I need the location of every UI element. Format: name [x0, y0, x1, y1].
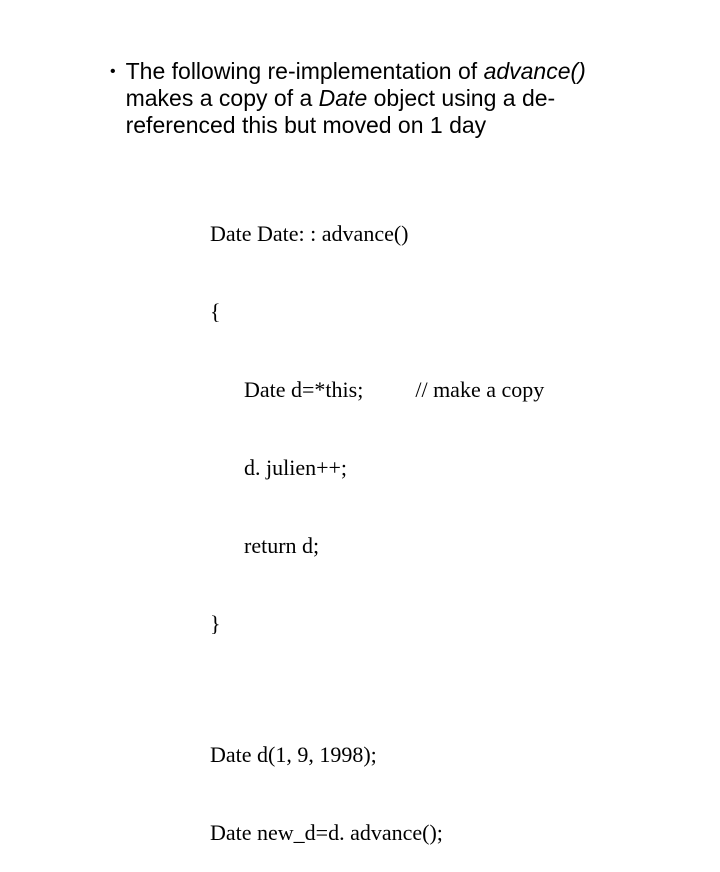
- code-snippet-usage: Date d(1, 9, 1998); Date new_d=d. advanc…: [210, 690, 650, 872]
- code-snippet-definition: Date Date: : advance() { Date d=*this; //…: [210, 169, 650, 662]
- text-part-2: makes a copy of a: [126, 85, 319, 111]
- code-line: Date d=*this; // make a copy: [210, 377, 650, 403]
- text-part-1: The following re-implementation of: [126, 58, 484, 84]
- code-line: Date new_d=d. advance();: [210, 820, 650, 846]
- bullet-text: The following re-implementation of advan…: [126, 58, 650, 139]
- code-stmt: Date d=*this;: [244, 377, 363, 402]
- code-ref-advance: advance(): [484, 58, 586, 84]
- code-line: d. julien++;: [210, 455, 650, 481]
- code-ref-date: Date: [319, 85, 368, 111]
- code-line: {: [210, 299, 650, 325]
- code-line: }: [210, 611, 650, 637]
- code-comment: // make a copy: [415, 377, 544, 403]
- code-line: Date Date: : advance(): [210, 221, 650, 247]
- code-line: Date d(1, 9, 1998);: [210, 742, 650, 768]
- bullet-item: • The following re-implementation of adv…: [70, 58, 650, 139]
- bullet-marker: •: [110, 58, 116, 86]
- code-line: return d;: [210, 533, 650, 559]
